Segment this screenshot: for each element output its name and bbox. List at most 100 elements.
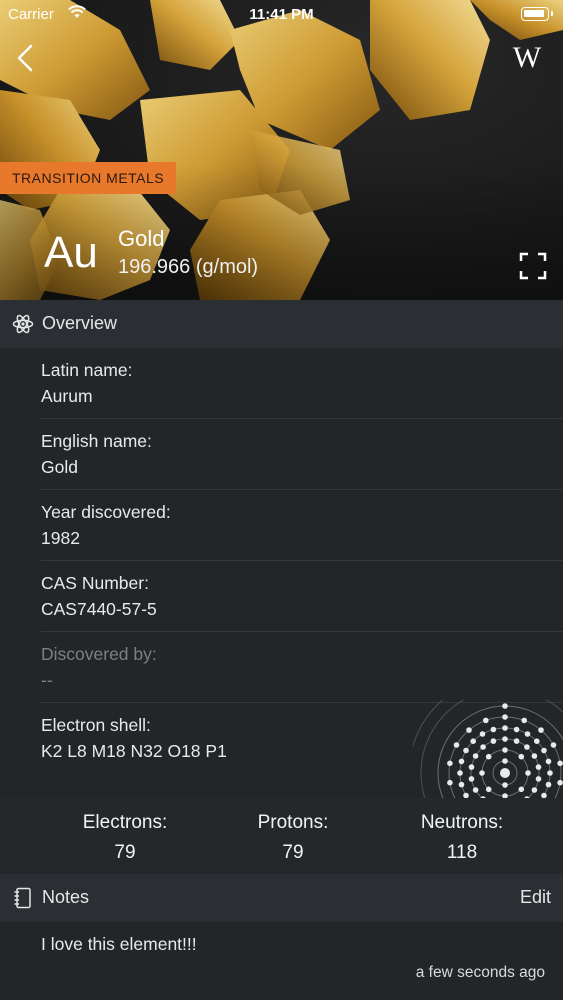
electron-dot	[485, 786, 492, 793]
notes-header: Notes Edit	[0, 874, 563, 922]
electron-dot	[502, 758, 508, 764]
electron-dot	[545, 781, 552, 788]
list-item-year-discovered: Year discovered: 1982	[41, 490, 563, 561]
electron-dot	[525, 770, 531, 776]
electron-dot	[524, 744, 530, 750]
outer-shell-ring	[413, 700, 444, 748]
neutrons-label: Neutrons:	[420, 812, 504, 833]
element-hero: Carrier 11:41 PM W TRANSITION METALS Au …	[0, 0, 563, 300]
electron-dot	[535, 764, 542, 770]
electron-dot	[470, 738, 476, 744]
clock: 11:41 PM	[249, 6, 314, 23]
electron-dot	[479, 731, 486, 737]
protons-value: 79	[282, 842, 304, 863]
electron-dot	[468, 764, 475, 770]
expand-icon[interactable]	[519, 252, 547, 280]
electron-dot	[518, 753, 525, 760]
electron-dot	[545, 758, 552, 765]
row-label: English name:	[41, 431, 152, 451]
row-value: CAS7440-57-5	[41, 599, 157, 619]
electron-dot	[518, 786, 525, 793]
notes-title: Notes	[42, 887, 90, 907]
edit-notes-button[interactable]: Edit	[520, 887, 551, 908]
list-item-discovered-by: Discovered by: --	[41, 632, 563, 703]
electron-dot	[538, 727, 544, 733]
row-label: Electron shell:	[41, 715, 151, 735]
electron-dot	[472, 787, 479, 793]
electron-dot	[485, 753, 492, 760]
electron-dot	[483, 717, 489, 724]
nucleus-dot	[500, 768, 510, 778]
row-value: K2 L8 M18 N32 O18 P1	[41, 741, 227, 761]
element-symbol: Au	[44, 228, 98, 277]
electron-dot	[490, 726, 497, 733]
electron-dot	[502, 736, 508, 742]
neutrons-value: 118	[446, 842, 478, 863]
electron-dot	[457, 770, 463, 776]
electron-dot	[458, 781, 465, 788]
list-item-cas-number: CAS Number: CAS7440-57-5	[41, 561, 563, 632]
electron-dot	[502, 747, 508, 753]
row-value: Gold	[41, 457, 78, 477]
electron-dot	[480, 744, 486, 750]
electrons-label: Electrons:	[82, 812, 168, 833]
row-label: Year discovered:	[41, 502, 171, 522]
row-label: Discovered by:	[41, 644, 157, 664]
row-value: --	[41, 670, 53, 690]
electron-dot	[502, 703, 508, 709]
electron-dot	[521, 717, 527, 724]
electron-dot	[557, 760, 563, 767]
electron-dot	[502, 714, 508, 720]
electron-dot	[547, 770, 553, 776]
overview-title: Overview	[42, 313, 118, 333]
electron-dot	[541, 747, 547, 754]
electron-dot	[550, 742, 557, 748]
electron-dot	[513, 738, 520, 744]
electron-dot	[447, 779, 453, 786]
electrons-count: Electrons: 79	[45, 812, 205, 864]
row-value: 1982	[41, 528, 80, 548]
battery-icon	[521, 7, 553, 21]
status-bar: Carrier 11:41 PM	[0, 0, 563, 30]
electron-dot	[479, 770, 485, 776]
protons-count: Protons: 79	[213, 812, 373, 864]
electrons-value: 79	[114, 842, 136, 863]
electron-dot	[557, 779, 563, 786]
electron-dot	[458, 758, 465, 765]
electron-dot	[490, 738, 497, 744]
back-icon[interactable]	[12, 40, 42, 76]
electron-dot	[534, 738, 540, 744]
element-name: Gold	[118, 226, 165, 251]
electron-dot	[502, 782, 508, 788]
list-item-english-name: English name: Gold	[41, 419, 563, 490]
neutrons-count: Neutrons: 118	[382, 812, 542, 864]
category-badge: TRANSITION METALS	[0, 162, 177, 194]
atom-icon	[12, 314, 34, 334]
electron-dot	[513, 726, 520, 733]
particle-counts: Electrons: 79 Protons: 79 Neutrons: 118	[0, 798, 563, 874]
notebook-icon	[14, 887, 31, 909]
row-label: CAS Number:	[41, 573, 149, 593]
electron-dot	[466, 727, 472, 733]
atomic-mass: 196.966 (g/mol)	[118, 256, 259, 278]
protons-label: Protons:	[257, 812, 329, 833]
electron-dot	[447, 760, 453, 767]
electron-dot	[468, 776, 475, 782]
notes-body: I love this element!!! a few seconds ago	[0, 922, 563, 1000]
row-label: Latin name:	[41, 360, 133, 380]
note-timestamp: a few seconds ago	[415, 964, 545, 981]
overview-list: Latin name: Aurum English name: Gold Yea…	[0, 348, 563, 798]
overview-header: Overview	[0, 300, 563, 348]
electron-dot	[453, 742, 460, 748]
wikipedia-icon[interactable]: W	[507, 38, 547, 78]
list-item-latin-name: Latin name: Aurum	[41, 348, 563, 419]
electron-dot	[472, 753, 479, 759]
row-value: Aurum	[41, 386, 93, 406]
electron-dot	[502, 725, 508, 731]
electron-shell-diagram	[413, 700, 563, 798]
electron-dot	[524, 731, 531, 737]
electron-dot	[531, 787, 538, 793]
electron-dot	[463, 747, 469, 754]
electron-dot	[531, 753, 538, 759]
electron-dot	[535, 776, 542, 782]
